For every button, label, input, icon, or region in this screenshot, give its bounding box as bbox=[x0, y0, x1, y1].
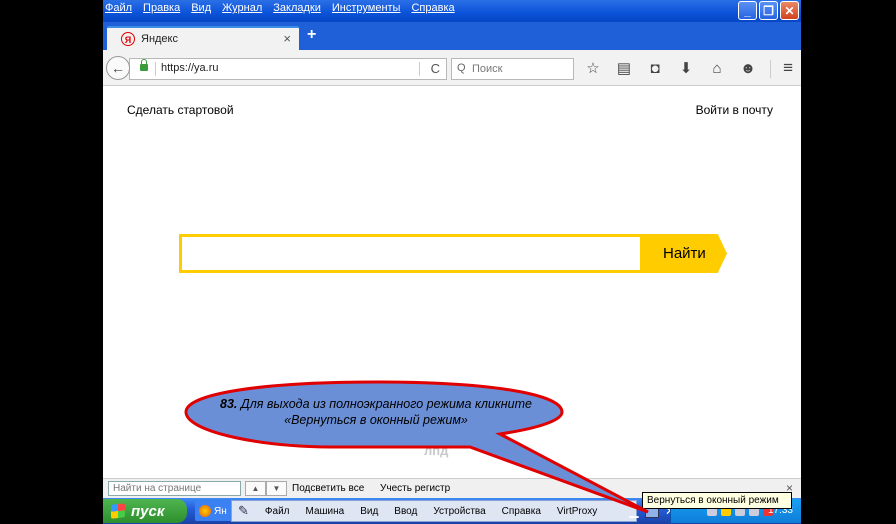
vbox-menu-virtproxy[interactable]: VirtProxy bbox=[557, 506, 597, 517]
firefox-icon bbox=[199, 505, 211, 517]
set-home-link[interactable]: Сделать стартовой bbox=[127, 103, 234, 117]
task-label: Ян bbox=[214, 505, 227, 517]
restore-button[interactable]: ❐ bbox=[759, 1, 778, 20]
logo-fragment: лпд bbox=[424, 443, 449, 458]
minimize-button[interactable]: _ bbox=[738, 1, 757, 20]
taskbar-firefox-item[interactable]: Ян bbox=[195, 501, 235, 521]
title-bar: Файл Правка Вид Журнал Закладки Инструме… bbox=[103, 0, 801, 22]
download-icon[interactable]: ⬇ bbox=[676, 58, 696, 78]
lock-icon bbox=[140, 59, 148, 71]
vbox-menu-devices[interactable]: Устройства bbox=[433, 506, 485, 517]
windows-flag-icon bbox=[111, 503, 125, 519]
find-next-button[interactable]: ▼ bbox=[266, 481, 287, 496]
nav-bar: https://ya.ru C ← Q Поиск ☆ ▤ ◘ ⬇ ⌂ ☻ ≡ bbox=[103, 50, 801, 86]
vbox-menu-view[interactable]: Вид bbox=[360, 506, 378, 517]
menu-separator bbox=[770, 60, 771, 78]
search-bar[interactable]: Q Поиск bbox=[451, 58, 574, 80]
url-right-separator bbox=[419, 62, 420, 76]
search-icon: Q bbox=[457, 62, 466, 74]
menu-tools[interactable]: Инструменты bbox=[332, 2, 401, 14]
menu-bar: Файл Правка Вид Журнал Закладки Инструме… bbox=[105, 2, 455, 14]
vbox-menu-help[interactable]: Справка bbox=[502, 506, 541, 517]
start-button[interactable]: пуск bbox=[103, 499, 187, 523]
menu-view[interactable]: Вид bbox=[191, 2, 211, 14]
yandex-search-input[interactable] bbox=[179, 234, 643, 273]
reload-icon[interactable]: C bbox=[431, 61, 440, 76]
toolbar-icons: ☆ ▤ ◘ ⬇ ⌂ ☻ bbox=[583, 58, 758, 78]
find-prev-button[interactable]: ▲ bbox=[245, 481, 266, 496]
search-placeholder: Поиск bbox=[472, 63, 503, 75]
url-text: https://ya.ru bbox=[161, 62, 219, 74]
url-bar[interactable]: https://ya.ru C bbox=[129, 58, 447, 80]
callout-line2: «Вернуться в оконный режим» bbox=[284, 413, 468, 427]
close-window-button[interactable]: ✕ bbox=[780, 1, 799, 20]
menu-edit[interactable]: Правка bbox=[143, 2, 180, 14]
virtualbox-minibar: ✎ Файл Машина Вид Ввод Устройства Справк… bbox=[231, 500, 637, 522]
tab-title: Яндекс bbox=[141, 33, 178, 45]
menu-bookmarks[interactable]: Закладки bbox=[273, 2, 321, 14]
url-separator bbox=[155, 62, 156, 76]
vbox-menu-machine[interactable]: Машина bbox=[306, 506, 345, 517]
find-button[interactable]: Найти bbox=[643, 234, 727, 273]
windowed-mode-tooltip: Вернуться в оконный режим bbox=[642, 492, 792, 509]
pin-icon[interactable]: ✎ bbox=[238, 503, 249, 519]
reading-list-icon[interactable]: ▤ bbox=[614, 58, 634, 78]
tab-yandex[interactable]: Я Яндекс × bbox=[107, 26, 299, 50]
hamburger-menu-icon[interactable]: ≡ bbox=[783, 58, 793, 78]
bookmark-star-icon[interactable]: ☆ bbox=[583, 58, 603, 78]
find-arrows: ▲ ▼ bbox=[245, 481, 287, 496]
new-tab-button[interactable]: + bbox=[307, 26, 316, 44]
home-icon[interactable]: ⌂ bbox=[707, 58, 727, 78]
callout-text: 83. Для выхода из полноэкранного режима … bbox=[196, 396, 556, 428]
back-arrow-icon[interactable]: ← bbox=[106, 56, 130, 80]
step-number: 83. bbox=[220, 397, 238, 411]
find-in-page-input[interactable]: Найти на странице bbox=[108, 481, 241, 496]
vbox-menu-input[interactable]: Ввод bbox=[394, 506, 417, 517]
firefox-window: Файл Правка Вид Журнал Закладки Инструме… bbox=[103, 0, 801, 524]
highlight-all-button[interactable]: Подсветить все bbox=[292, 483, 364, 494]
menu-help[interactable]: Справка bbox=[411, 2, 454, 14]
smiley-icon[interactable]: ☻ bbox=[738, 58, 758, 78]
match-case-button[interactable]: Учесть регистр bbox=[380, 483, 450, 494]
pocket-icon[interactable]: ◘ bbox=[645, 58, 665, 78]
window-controls: _ ❐ ✕ bbox=[738, 1, 799, 20]
vbox-minimize-icon[interactable]: ▁ bbox=[627, 504, 641, 518]
mail-login-link[interactable]: Войти в почту bbox=[696, 103, 773, 117]
menu-history[interactable]: Журнал bbox=[222, 2, 262, 14]
tab-strip: Я Яндекс × + bbox=[103, 22, 801, 50]
tab-close-icon[interactable]: × bbox=[283, 31, 291, 46]
callout-line1: Для выхода из полноэкранного режима клик… bbox=[240, 397, 532, 411]
vbox-menu-file[interactable]: Файл bbox=[265, 506, 290, 517]
yandex-favicon-icon: Я bbox=[121, 32, 135, 46]
start-label: пуск bbox=[131, 502, 165, 520]
menu-file[interactable]: Файл bbox=[105, 2, 132, 14]
